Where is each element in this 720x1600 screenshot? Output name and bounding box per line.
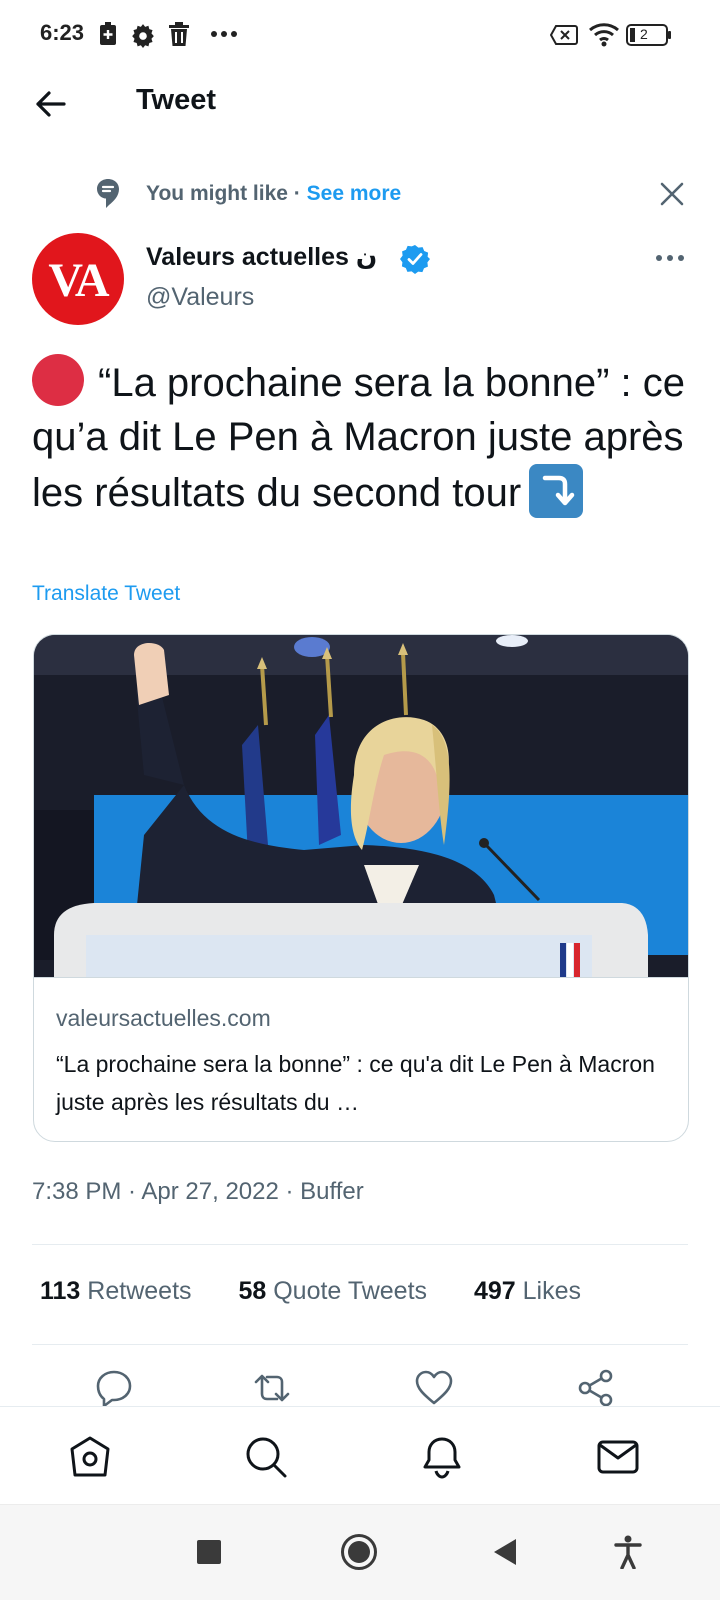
likes-label: Likes bbox=[522, 1277, 582, 1305]
meta-separator: · bbox=[278, 1178, 301, 1205]
battery-saver-icon bbox=[100, 22, 116, 45]
battery-level: 2 bbox=[640, 26, 648, 42]
verified-badge-icon bbox=[400, 245, 430, 274]
tweet-stats: 113 Retweets 58 Quote Tweets 497 Likes bbox=[40, 1277, 621, 1306]
bottom-nav bbox=[0, 1406, 720, 1504]
quote-tweets-label: Quote Tweets bbox=[273, 1277, 428, 1305]
home-circle-icon[interactable] bbox=[340, 1533, 378, 1571]
topic-icon bbox=[97, 179, 119, 208]
settings-icon bbox=[132, 24, 154, 48]
likes-count: 497 bbox=[473, 1277, 516, 1305]
more-options-icon[interactable] bbox=[654, 246, 686, 270]
see-more-link[interactable]: See more bbox=[307, 182, 402, 205]
recents-icon[interactable] bbox=[196, 1539, 222, 1565]
trash-icon bbox=[169, 22, 189, 46]
page-title: Tweet bbox=[136, 84, 217, 116]
tweet-time: 7:38 PM bbox=[32, 1178, 122, 1205]
quote-tweets-stat[interactable]: 58 Quote Tweets bbox=[238, 1277, 427, 1305]
suggestion-separator: · bbox=[287, 182, 307, 205]
tweet-date: Apr 27, 2022 bbox=[141, 1178, 279, 1205]
link-card[interactable]: valeursactuelles.com “La prochaine sera … bbox=[33, 634, 689, 1142]
like-icon[interactable] bbox=[414, 1368, 454, 1408]
divider bbox=[32, 1244, 688, 1245]
quote-tweets-count: 58 bbox=[238, 1277, 267, 1305]
battery-icon: 2 bbox=[626, 24, 671, 46]
screen-x-icon bbox=[550, 25, 578, 45]
status-time: 6:23 bbox=[40, 20, 85, 45]
card-divider bbox=[34, 977, 688, 978]
share-icon[interactable] bbox=[576, 1368, 616, 1408]
accessibility-icon[interactable] bbox=[614, 1535, 642, 1569]
suggestion-bar: You might like · See more bbox=[0, 170, 720, 220]
messages-icon[interactable] bbox=[596, 1435, 640, 1479]
suggestion-text: You might like · See more bbox=[146, 182, 401, 206]
home-icon[interactable] bbox=[68, 1435, 112, 1479]
author-handle[interactable]: @Valeurs bbox=[146, 283, 254, 312]
suggestion-label: You might like bbox=[146, 182, 288, 205]
more-dots-icon bbox=[211, 31, 237, 37]
tweet-body: “La prochaine sera la bonne” : ce qu’a d… bbox=[32, 361, 686, 515]
status-bar: 6:23 2 bbox=[0, 0, 720, 70]
author-name[interactable]: Valeurs actuelles ن bbox=[146, 242, 377, 272]
top-bar: Tweet bbox=[0, 70, 720, 140]
card-title: “La prochaine sera la bonne” : ce qu'a d… bbox=[56, 1051, 655, 1115]
close-icon[interactable] bbox=[656, 178, 688, 210]
tweet-text: “La prochaine sera la bonne” : ce qu’a d… bbox=[32, 354, 692, 520]
avatar[interactable]: VA bbox=[32, 233, 124, 325]
back-arrow-icon[interactable] bbox=[30, 84, 70, 124]
retweets-stat[interactable]: 113 Retweets bbox=[40, 1277, 192, 1305]
notifications-icon[interactable] bbox=[420, 1435, 464, 1479]
wifi-icon bbox=[589, 23, 619, 47]
arrow-down-emoji-icon bbox=[529, 464, 584, 518]
back-triangle-icon[interactable] bbox=[492, 1537, 518, 1567]
meta-separator: · bbox=[121, 1178, 142, 1205]
translate-tweet-link[interactable]: Translate Tweet bbox=[32, 582, 180, 606]
tweet-meta: 7:38 PM · Apr 27, 2022 · Buffer bbox=[32, 1178, 364, 1206]
card-domain: valeursactuelles.com bbox=[56, 1005, 271, 1031]
likes-stat[interactable]: 497 Likes bbox=[474, 1277, 581, 1305]
card-image bbox=[34, 635, 688, 977]
divider bbox=[32, 1344, 688, 1345]
avatar-text: VA bbox=[48, 254, 109, 307]
retweet-icon[interactable] bbox=[252, 1368, 292, 1408]
red-circle-emoji-icon bbox=[32, 354, 84, 406]
tweet-source[interactable]: Buffer bbox=[300, 1178, 364, 1205]
search-icon[interactable] bbox=[244, 1435, 288, 1479]
retweets-count: 113 bbox=[40, 1277, 81, 1305]
reply-icon[interactable] bbox=[94, 1368, 134, 1408]
retweets-label: Retweets bbox=[87, 1277, 192, 1305]
system-nav bbox=[0, 1504, 720, 1600]
